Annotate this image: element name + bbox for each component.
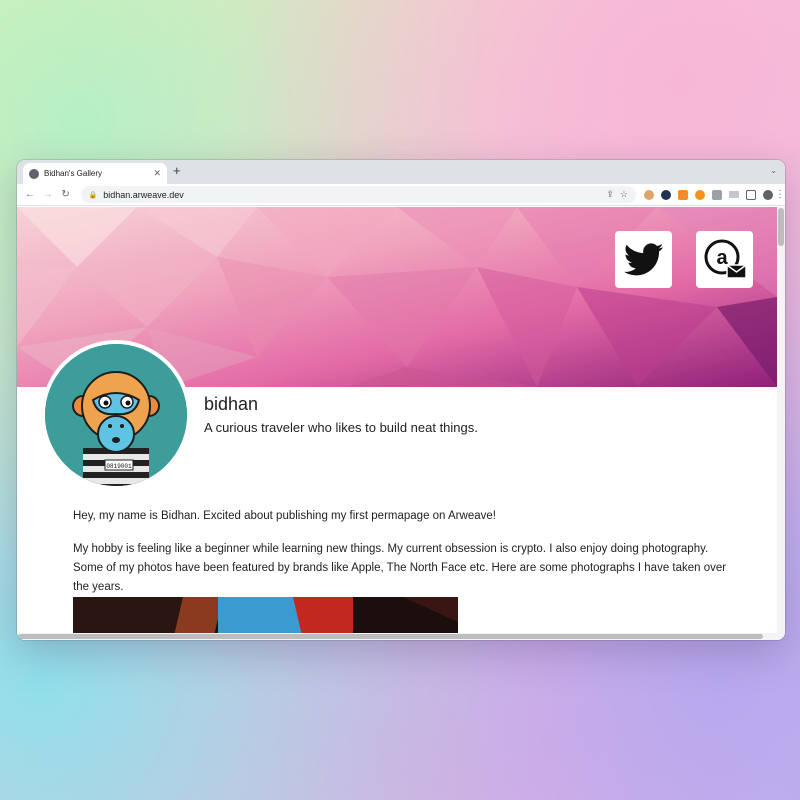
browser-window: Bidhan's Gallery ✕ + ⌄ ← → ↻ 🔒 bidhan.ar… <box>17 160 785 640</box>
intro-paragraph: Hey, my name is Bidhan. Excited about pu… <box>73 510 496 522</box>
page-viewport: a 0819001 bidhan A curious traveler who … <box>17 207 785 640</box>
lock-icon[interactable]: 🔒 <box>89 191 98 199</box>
bookmark-star-icon[interactable]: ☆ <box>620 189 628 200</box>
hobby-paragraph: My hobby is feeling like a beginner whil… <box>73 543 727 593</box>
extensions-puzzle-icon[interactable] <box>711 189 722 200</box>
tab-bidhans-gallery[interactable]: Bidhan's Gallery ✕ <box>23 163 167 184</box>
metamask-fox-icon[interactable] <box>677 189 688 200</box>
browser-toolbar: ← → ↻ 🔒 bidhan.arweave.dev ⇪ ☆ ⋮ <box>17 184 785 206</box>
vertical-scroll-thumb[interactable] <box>778 208 784 246</box>
close-tab-icon[interactable]: ✕ <box>153 168 161 179</box>
new-tab-button[interactable]: + <box>173 164 181 178</box>
profile-tagline: A curious traveler who likes to build ne… <box>204 420 478 435</box>
tab-search-icon[interactable]: ⌄ <box>770 166 777 175</box>
reading-list-icon[interactable] <box>728 191 739 198</box>
reload-button[interactable]: ↻ <box>57 189 75 200</box>
globe-icon <box>29 168 39 179</box>
extension-orange-coin-icon[interactable] <box>694 189 705 200</box>
avatar-badge-text: 0819001 <box>106 463 132 470</box>
extensions-area <box>643 189 773 200</box>
share-icon[interactable]: ⇪ <box>606 189 614 200</box>
arweave-mail-icon: a <box>704 239 747 279</box>
extension-dark-circle-icon[interactable] <box>660 189 671 200</box>
tab-strip: Bidhan's Gallery ✕ + ⌄ <box>17 160 785 184</box>
monkey-avatar-image: 0819001 <box>45 344 187 486</box>
url-text[interactable]: bidhan.arweave.dev <box>103 190 600 200</box>
arweave-mail-link[interactable]: a <box>696 231 753 288</box>
avatar: 0819001 <box>41 340 191 490</box>
side-panel-icon[interactable] <box>745 189 756 200</box>
back-button[interactable]: ← <box>21 189 39 200</box>
browser-menu-icon[interactable]: ⋮ <box>775 189 785 200</box>
profile-name: bidhan <box>204 394 259 414</box>
extension-avatar-icon[interactable] <box>643 189 654 200</box>
vertical-scrollbar[interactable] <box>777 207 785 640</box>
address-bar[interactable]: 🔒 bidhan.arweave.dev ⇪ ☆ <box>80 186 636 203</box>
forward-button[interactable]: → <box>39 189 57 200</box>
twitter-bird-icon <box>623 242 663 275</box>
twitter-link[interactable] <box>615 231 672 288</box>
profile-avatar-icon[interactable] <box>762 189 773 200</box>
horizontal-scrollbar[interactable] <box>17 633 777 640</box>
tab-title: Bidhan's Gallery <box>44 169 102 178</box>
horizontal-scroll-thumb[interactable] <box>18 634 763 639</box>
